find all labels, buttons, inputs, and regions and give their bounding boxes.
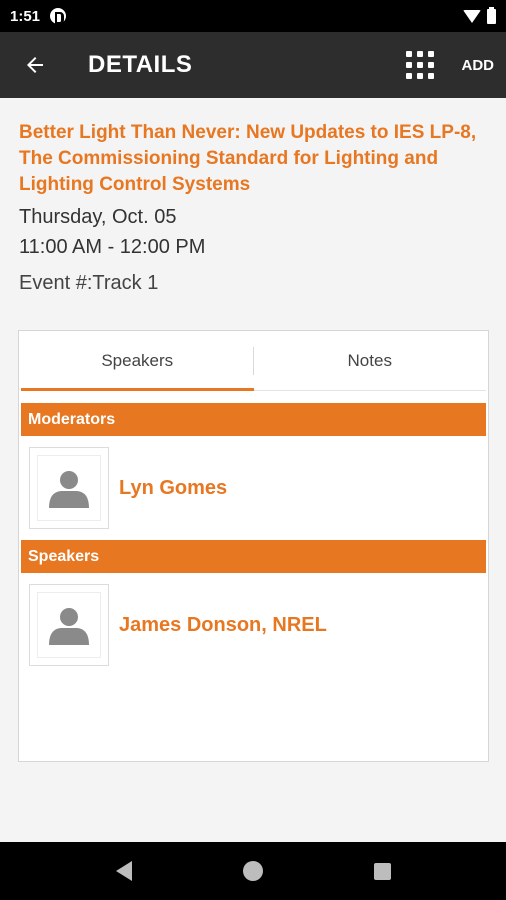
grid-icon-dot [416,51,423,57]
status-bar: 1:51 [0,0,506,32]
nav-recents-icon[interactable] [373,862,391,880]
grid-icon-dot [427,73,434,79]
grid-icon-dot [405,62,412,68]
back-button[interactable] [0,32,70,98]
event-time: 11:00 AM - 12:00 PM [19,236,206,258]
grid-icon-dot [416,73,423,79]
grid-icon-dot [427,51,434,57]
avatar [29,584,109,666]
app-bar: DETAILS ADD [0,32,506,98]
tab-notes[interactable]: Notes [254,331,487,390]
section-header-moderators: Moderators [21,403,486,436]
person-placeholder-icon [49,471,89,508]
page-title: DETAILS [88,51,193,78]
list-item[interactable]: Lyn Gomes [19,436,488,540]
status-right [463,6,496,24]
add-button[interactable]: ADD [462,57,495,74]
grid-icon-dot [405,73,412,79]
battery-icon [487,6,496,24]
tab-bar: Speakers Notes [21,331,486,391]
grid-menu-button[interactable] [400,45,440,85]
person-placeholder-icon [49,608,89,645]
arrow-left-icon [27,57,43,73]
nav-home-icon[interactable] [242,861,263,881]
tab-speakers[interactable]: Speakers [21,331,254,391]
status-time: 1:51 [10,7,41,25]
section-header-speakers: Speakers [21,540,486,573]
event-date: Thursday, Oct. 05 [19,206,177,228]
avatar [29,447,109,529]
grid-icon [405,51,412,57]
event-track: Event #:Track 1 [19,272,159,294]
event-details: Better Light Than Never: New Updates to … [0,98,506,842]
tab-divider [253,347,254,375]
person-name: James Donson, NREL [119,613,327,636]
event-title: Better Light Than Never: New Updates to … [19,122,477,195]
grid-icon-dot [427,62,434,68]
grid-icon-dot [416,62,423,68]
list-item[interactable]: James Donson, NREL [19,573,488,677]
system-nav-bar [0,842,506,900]
wifi-icon [463,9,481,23]
speakers-card: Speakers Notes Moderators Lyn Gomes Spea… [18,330,489,762]
person-name: Lyn Gomes [119,476,228,499]
nav-back-icon[interactable] [115,861,132,881]
notification-app-icon [50,8,67,24]
